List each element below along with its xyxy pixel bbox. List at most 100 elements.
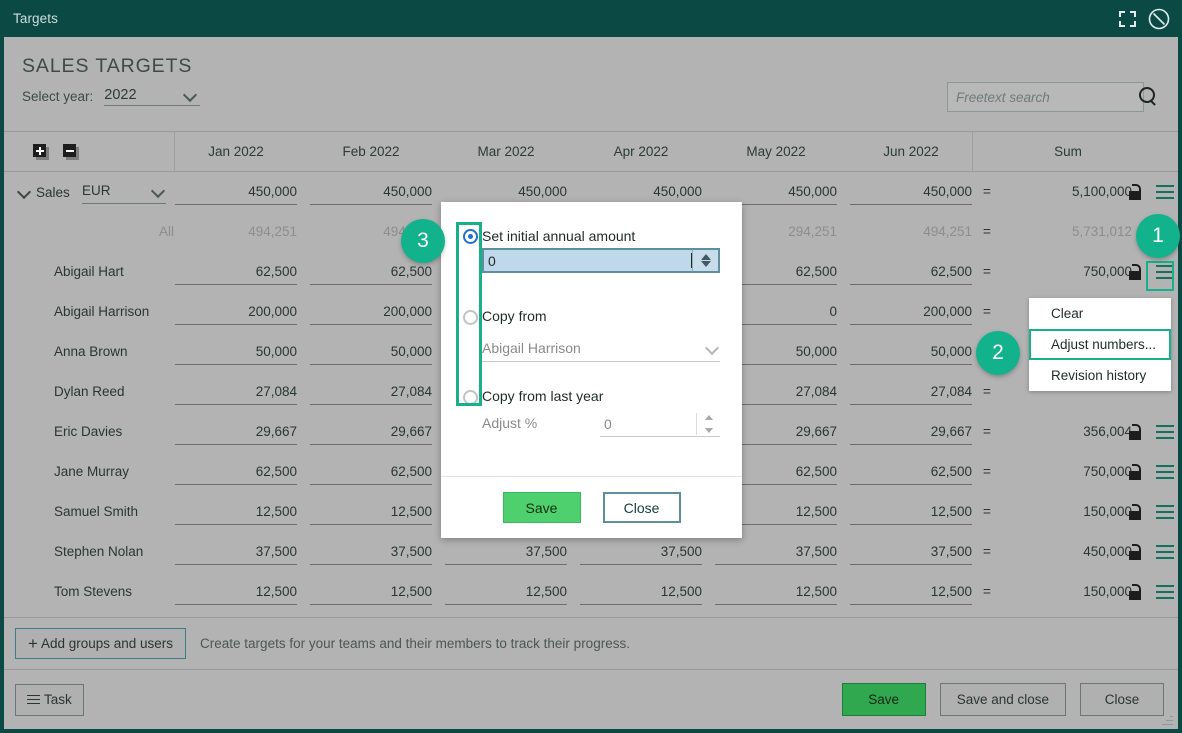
cell-r10-c4[interactable]: 12,500: [580, 572, 702, 612]
cell-r10-c5[interactable]: 12,500: [715, 572, 837, 612]
stepper-down-icon[interactable]: [700, 261, 711, 267]
adjust-percent-stepper[interactable]: [696, 413, 720, 435]
radio-set-initial-annual-amount[interactable]: [463, 229, 478, 244]
expand-all-icon[interactable]: [33, 144, 49, 160]
cell-r9-c2[interactable]: 37,500: [310, 532, 432, 572]
cell-r7-c2[interactable]: 62,500: [310, 452, 432, 492]
stepper-down-icon[interactable]: [704, 428, 713, 433]
search-icon[interactable]: [1135, 84, 1155, 110]
cell-r9-c1[interactable]: 37,500: [175, 532, 297, 572]
context-menu-item-3[interactable]: Revision history: [1029, 360, 1171, 391]
unlock-icon[interactable]: [1128, 584, 1142, 600]
save-and-close-button[interactable]: Save and close: [939, 683, 1066, 716]
row-sum-value: 5,100,000: [1071, 184, 1132, 199]
cell-r6-c2[interactable]: 29,667: [310, 412, 432, 452]
stepper-up-icon[interactable]: [700, 254, 711, 260]
cell-underline: [580, 564, 702, 565]
unlock-icon[interactable]: [1128, 544, 1142, 560]
context-menu-item-2[interactable]: Adjust numbers...: [1029, 329, 1171, 360]
cell-r2-c6[interactable]: 62,500: [850, 252, 972, 292]
row-sum-value: 750,000: [1083, 264, 1132, 279]
dialog-save-button[interactable]: Save: [502, 492, 581, 523]
cell-r9-c6[interactable]: 37,500: [850, 532, 972, 572]
cell-r7-c6[interactable]: 62,500: [850, 452, 972, 492]
unlock-icon[interactable]: [1128, 424, 1142, 440]
cell-r10-c1[interactable]: 12,500: [175, 572, 297, 612]
cell-r5-c2[interactable]: 27,084: [310, 372, 432, 412]
stepper-up-icon[interactable]: [704, 415, 713, 420]
adjust-numbers-dialog: Set initial annual amount 0 Copy from Ab…: [441, 202, 742, 538]
cell-r8-c2[interactable]: 12,500: [310, 492, 432, 532]
search-input[interactable]: [948, 89, 1135, 105]
column-header-sum: Sum: [1054, 144, 1082, 159]
group-expand-toggle[interactable]: Sales: [18, 172, 70, 212]
save-button[interactable]: Save: [841, 683, 926, 716]
cell-r5-c6[interactable]: 27,084: [850, 372, 972, 412]
row-menu-icon[interactable]: [1156, 265, 1174, 279]
row-menu-icon[interactable]: [1156, 465, 1174, 479]
cell-r5-c1[interactable]: 27,084: [175, 372, 297, 412]
radio-copy-from-last-year[interactable]: [463, 390, 478, 405]
cell-r3-c6[interactable]: 200,000: [850, 292, 972, 332]
cell-underline: [310, 564, 432, 565]
cell-r6-c1[interactable]: 29,667: [175, 412, 297, 452]
cell-r10-c3[interactable]: 12,500: [445, 572, 567, 612]
row-menu-icon[interactable]: [1156, 185, 1174, 199]
row-menu-icon[interactable]: [1156, 545, 1174, 559]
cell-r9-c3[interactable]: 37,500: [445, 532, 567, 572]
cell-r7-c1[interactable]: 62,500: [175, 452, 297, 492]
task-button[interactable]: Task: [15, 683, 84, 716]
context-menu-item-1[interactable]: Clear: [1029, 298, 1171, 329]
cell-r4-c2[interactable]: 50,000: [310, 332, 432, 372]
year-select-value: 2022: [104, 87, 137, 103]
group-cell-2[interactable]: 450,000: [310, 172, 432, 212]
add-groups-and-users-button[interactable]: + Add groups and users: [15, 628, 187, 659]
equals-symbol: =: [983, 584, 991, 599]
copy-from-select[interactable]: Abigail Harrison: [482, 338, 720, 362]
collapse-all-icon[interactable]: [63, 144, 79, 160]
cell-r8-c6[interactable]: 12,500: [850, 492, 972, 532]
cell-r9-c5[interactable]: 37,500: [715, 532, 837, 572]
copy-from-value: Abigail Harrison: [482, 340, 581, 356]
year-select[interactable]: 2022: [104, 87, 201, 106]
cell-r1-c1[interactable]: 494,251: [175, 212, 297, 252]
equals-symbol: =: [983, 544, 991, 559]
close-button[interactable]: Close: [1080, 683, 1164, 716]
unlock-icon[interactable]: [1128, 264, 1142, 280]
cell-r8-c1[interactable]: 12,500: [175, 492, 297, 532]
cell-r1-c6[interactable]: 494,251: [850, 212, 972, 252]
currency-select[interactable]: EUR: [82, 180, 166, 204]
unlock-icon[interactable]: [1128, 184, 1142, 200]
add-groups-hint: Create targets for your teams and their …: [200, 636, 630, 651]
cell-r10-c2[interactable]: 12,500: [310, 572, 432, 612]
row-menu-icon[interactable]: [1156, 505, 1174, 519]
unlock-icon[interactable]: [1128, 504, 1142, 520]
resize-grip[interactable]: [1161, 713, 1173, 725]
annual-amount-input[interactable]: 0: [482, 248, 720, 273]
cell-r9-c4[interactable]: 37,500: [580, 532, 702, 572]
cell-r6-c6[interactable]: 29,667: [850, 412, 972, 452]
radio-copy-from[interactable]: [463, 310, 478, 325]
cell-underline: [715, 564, 837, 565]
close-icon[interactable]: [1146, 6, 1172, 32]
cell-r2-c1[interactable]: 62,500: [175, 252, 297, 292]
cell-r3-c2[interactable]: 200,000: [310, 292, 432, 332]
unlock-icon[interactable]: [1128, 464, 1142, 480]
search-box[interactable]: [947, 82, 1155, 112]
column-header-1: Jan 2022: [208, 144, 264, 159]
cell-r10-c6[interactable]: 12,500: [850, 572, 972, 612]
adjust-percent-input[interactable]: 0: [600, 412, 720, 437]
cell-r4-c6[interactable]: 50,000: [850, 332, 972, 372]
row-menu-icon[interactable]: [1156, 585, 1174, 599]
annotation-badge-3: 3: [401, 219, 445, 263]
group-cell-6[interactable]: 450,000: [850, 172, 972, 212]
dialog-close-button[interactable]: Close: [602, 492, 681, 523]
annual-amount-stepper[interactable]: [692, 250, 718, 271]
add-groups-bar: + Add groups and users Create targets fo…: [4, 617, 1178, 670]
row-menu-icon[interactable]: [1156, 425, 1174, 439]
maximize-icon[interactable]: [1114, 6, 1140, 32]
cell-r3-c1[interactable]: 200,000: [175, 292, 297, 332]
group-cell-1[interactable]: 450,000: [175, 172, 297, 212]
cell-r4-c1[interactable]: 50,000: [175, 332, 297, 372]
equals-symbol: =: [983, 384, 991, 399]
